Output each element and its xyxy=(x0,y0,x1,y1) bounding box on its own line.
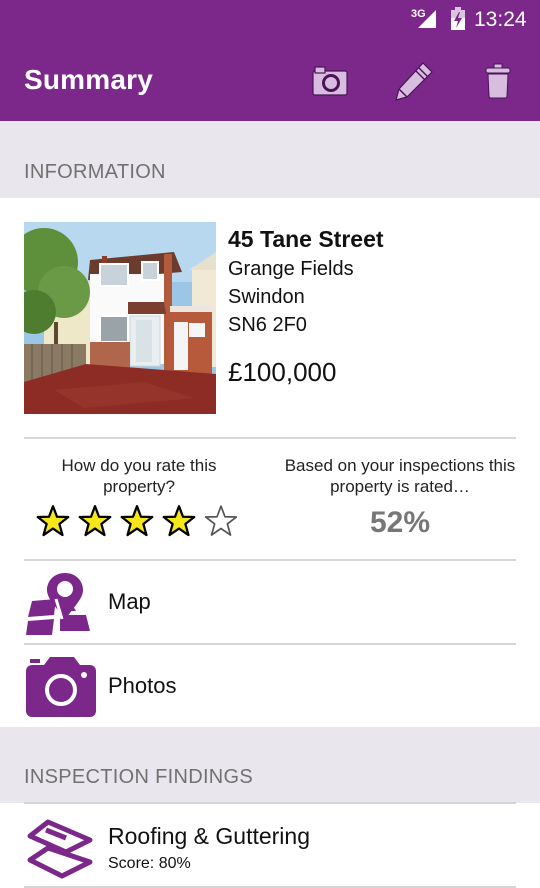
section-title: INFORMATION xyxy=(24,161,166,183)
divider xyxy=(24,437,516,439)
page-title: Summary xyxy=(24,64,154,95)
star-icon-5[interactable] xyxy=(204,504,238,538)
edit-button[interactable] xyxy=(391,58,437,104)
clock: 13:24 xyxy=(474,8,527,31)
map-link[interactable]: Map xyxy=(0,561,540,643)
finding-name: Roofing & Guttering xyxy=(108,823,311,849)
star-icon-4[interactable] xyxy=(162,504,196,538)
finding-score: Score: 80% xyxy=(108,855,191,872)
pencil-icon xyxy=(395,62,433,101)
delete-button[interactable] xyxy=(475,58,521,104)
map-label: Map xyxy=(108,589,151,614)
property-photo[interactable] xyxy=(24,222,216,414)
property-price: £100,000 xyxy=(228,357,337,387)
property-street: 45 Tane Street xyxy=(228,226,384,252)
app-bar: Summary xyxy=(0,40,540,121)
section-header-information: INFORMATION xyxy=(0,121,540,198)
photos-label: Photos xyxy=(108,673,177,698)
camera-icon xyxy=(26,657,96,717)
section-title: INSPECTION FINDINGS xyxy=(24,766,254,788)
inspection-rating-value: 52% xyxy=(369,506,431,539)
house-image xyxy=(24,222,216,414)
star-icon-2[interactable] xyxy=(78,504,112,538)
map-pin-icon xyxy=(26,573,90,635)
battery-charging-icon xyxy=(451,7,465,30)
roof-tiles-icon xyxy=(27,819,93,879)
trash-icon xyxy=(485,63,511,99)
finding-item[interactable]: Roofing & Guttering Score: 80% xyxy=(0,804,540,888)
section-header-inspection-findings: INSPECTION FINDINGS xyxy=(0,727,540,803)
add-photo-button[interactable] xyxy=(307,58,353,104)
status-bar: 3G 13:24 xyxy=(0,0,540,40)
user-rating-question: How do you rate this property? xyxy=(61,456,217,496)
star-icon-1[interactable] xyxy=(36,504,70,538)
star-icon-3[interactable] xyxy=(120,504,154,538)
inspection-rating-caption: Based on your inspections this property … xyxy=(284,456,516,496)
photos-link[interactable]: Photos xyxy=(0,645,540,727)
property-area: Grange Fields xyxy=(228,258,354,280)
star-rating[interactable] xyxy=(36,504,238,538)
signal-icon xyxy=(418,10,436,28)
property-postcode: SN6 2F0 xyxy=(228,314,307,336)
camera-icon xyxy=(312,66,348,96)
property-town: Swindon xyxy=(228,286,305,308)
